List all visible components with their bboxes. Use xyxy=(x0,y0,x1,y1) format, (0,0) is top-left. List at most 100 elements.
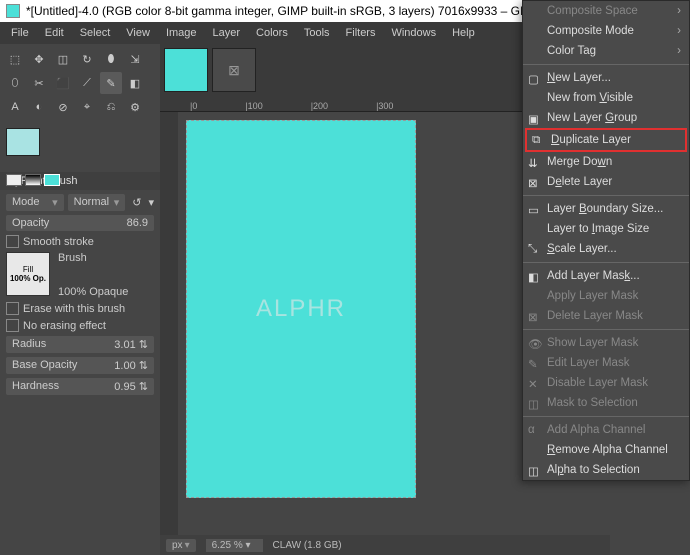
tool-6[interactable]: ⬯ xyxy=(4,72,26,94)
tool-17[interactable]: ⚙ xyxy=(124,96,146,118)
gimp-logo-icon xyxy=(6,4,20,18)
sel-icon: ◫ xyxy=(528,397,541,410)
tool-3[interactable]: ↻ xyxy=(76,48,98,70)
indicator-gradient[interactable] xyxy=(25,174,41,186)
menu-image[interactable]: Image xyxy=(159,25,204,41)
menu-item-layer-to-image-size[interactable]: Layer to Image Size xyxy=(523,219,689,239)
tool-15[interactable]: ⌖ xyxy=(76,96,98,118)
menu-item-composite-mode[interactable]: Composite Mode xyxy=(523,21,689,41)
menu-filters[interactable]: Filters xyxy=(339,25,383,41)
base-opacity-slider[interactable]: Base Opacity1.00 ⇅ xyxy=(6,357,154,374)
canvas-watermark: ALPHR xyxy=(256,295,346,323)
left-dock: ⬚✥◫↻⬮⇲⬯✂⬛⟋✎◧A◐⊘⌖⎌⚙ MyPaint Brush Mode No… xyxy=(0,44,160,555)
menu-item-label: Delete Layer xyxy=(547,176,612,188)
menu-view[interactable]: View xyxy=(119,25,157,41)
tool-12[interactable]: A xyxy=(4,96,26,118)
menu-layer[interactable]: Layer xyxy=(206,25,248,41)
reset-icon[interactable]: ↺ xyxy=(129,196,144,209)
menu-item-label: Layer to Image Size xyxy=(547,223,649,235)
menu-item-merge-down[interactable]: ⇊ Merge Down xyxy=(523,152,689,172)
menu-windows[interactable]: Windows xyxy=(384,25,443,41)
tool-9[interactable]: ⟋ xyxy=(76,72,98,94)
merge-icon: ⇊ xyxy=(528,156,541,169)
expand-icon[interactable]: ▾ xyxy=(148,196,154,209)
image-tab-close[interactable]: ⊠ xyxy=(212,48,256,92)
menu-item-apply-layer-mask: Apply Layer Mask xyxy=(523,286,689,306)
menu-item-disable-layer-mask: ✕Disable Layer Mask xyxy=(523,373,689,393)
menu-item-new-layer[interactable]: ▢ New Layer... xyxy=(523,68,689,88)
foreground-color[interactable] xyxy=(6,128,40,156)
menu-item-label: Mask to Selection xyxy=(547,397,638,409)
tool-7[interactable]: ✂ xyxy=(28,72,50,94)
opacity-slider[interactable]: Opacity86.9 xyxy=(6,215,154,231)
zoom-select[interactable]: 6.25 % ▾ xyxy=(206,539,263,552)
menu-help[interactable]: Help xyxy=(445,25,482,41)
sel-icon: ◫ xyxy=(528,464,541,477)
tool-13[interactable]: ◐ xyxy=(28,96,50,118)
indicator-active[interactable] xyxy=(44,174,60,186)
no-erase-checkbox[interactable]: No erasing effect xyxy=(6,319,154,332)
layer-context-menu: Composite Space Composite Mode Color Tag ▢ N… xyxy=(522,0,690,481)
tool-11[interactable]: ◧ xyxy=(124,72,146,94)
menu-item-label: Add Alpha Channel xyxy=(547,424,645,436)
indicator-brush[interactable] xyxy=(6,174,22,186)
menu-item-label: New Layer... xyxy=(547,72,611,84)
menu-item-delete-layer[interactable]: ⊠ Delete Layer xyxy=(523,172,689,192)
tool-0[interactable]: ⬚ xyxy=(4,48,26,70)
menu-item-label: Edit Layer Mask xyxy=(547,357,629,369)
mode-select[interactable]: Mode xyxy=(6,194,64,211)
menu-item-scale-layer[interactable]: ⤡Scale Layer... xyxy=(523,239,689,259)
brush-preview[interactable]: Fill100% Op. xyxy=(6,252,50,296)
menu-item-alpha-to-selection[interactable]: ◫ Alpha to Selection xyxy=(523,460,689,480)
menu-item-label: Show Layer Mask xyxy=(547,337,638,349)
eye-icon: 👁 xyxy=(528,337,541,350)
menu-select[interactable]: Select xyxy=(73,25,118,41)
tool-16[interactable]: ⎌ xyxy=(100,96,122,118)
menu-edit[interactable]: Edit xyxy=(38,25,71,41)
menu-tools[interactable]: Tools xyxy=(297,25,337,41)
tool-5[interactable]: ⇲ xyxy=(124,48,146,70)
menu-item-new-layer-group[interactable]: ▣New Layer Group xyxy=(523,108,689,128)
menu-file[interactable]: File xyxy=(4,25,36,41)
del-icon: ⊠ xyxy=(528,176,541,189)
image-tab-1[interactable] xyxy=(164,48,208,92)
menu-item-remove-alpha-channel[interactable]: Remove Alpha Channel xyxy=(523,440,689,460)
bound-icon: ▭ xyxy=(528,203,541,216)
erase-checkbox[interactable]: Erase with this brush xyxy=(6,302,154,315)
color-swatches[interactable] xyxy=(0,122,160,172)
menu-item-label: Composite Space xyxy=(547,5,638,17)
menu-item-label: Merge Down xyxy=(547,156,612,168)
menu-item-duplicate-layer[interactable]: ⧉ Duplicate Layer xyxy=(525,128,687,152)
new-icon: ▢ xyxy=(528,72,541,85)
menu-item-color-tag[interactable]: Color Tag xyxy=(523,41,689,61)
menu-item-new-from-visible[interactable]: New from Visible xyxy=(523,88,689,108)
tool-8[interactable]: ⬛ xyxy=(52,72,74,94)
blend-select[interactable]: Normal xyxy=(68,194,126,211)
tool-2[interactable]: ◫ xyxy=(52,48,74,70)
menu-item-add-layer-mask[interactable]: ◧Add Layer Mask... xyxy=(523,266,689,286)
tool-4[interactable]: ⬮ xyxy=(100,48,122,70)
tool-14[interactable]: ⊘ xyxy=(52,96,74,118)
edit-icon: ✎ xyxy=(528,357,541,370)
canvas[interactable]: ALPHR xyxy=(186,120,416,498)
hardness-slider[interactable]: Hardness0.95 ⇅ xyxy=(6,378,154,395)
menu-item-label: Duplicate Layer xyxy=(551,134,631,146)
menu-item-layer-boundary-size[interactable]: ▭Layer Boundary Size... xyxy=(523,199,689,219)
menu-colors[interactable]: Colors xyxy=(249,25,295,41)
smooth-stroke-checkbox[interactable]: Smooth stroke xyxy=(6,235,154,248)
mask-icon: ◧ xyxy=(528,270,541,283)
menu-item-mask-to-selection: ◫ Mask to Selection xyxy=(523,393,689,413)
menu-item-label: Alpha to Selection xyxy=(547,464,640,476)
unit-select[interactable]: px xyxy=(166,539,196,552)
menu-item-label: Disable Layer Mask xyxy=(547,377,648,389)
menu-item-edit-layer-mask: ✎ Edit Layer Mask xyxy=(523,353,689,373)
tool-options: Mode Normal ↺ ▾ Opacity86.9 Smooth strok… xyxy=(0,190,160,399)
menu-item-label: New Layer Group xyxy=(547,112,637,124)
radius-slider[interactable]: Radius3.01 ⇅ xyxy=(6,336,154,353)
menu-item-label: Color Tag xyxy=(547,45,596,57)
menu-item-label: Remove Alpha Channel xyxy=(547,444,668,456)
dup-icon: ⧉ xyxy=(532,134,545,147)
tool-10[interactable]: ✎ xyxy=(100,72,122,94)
tool-1[interactable]: ✥ xyxy=(28,48,50,70)
menu-item-label: Delete Layer Mask xyxy=(547,310,643,322)
